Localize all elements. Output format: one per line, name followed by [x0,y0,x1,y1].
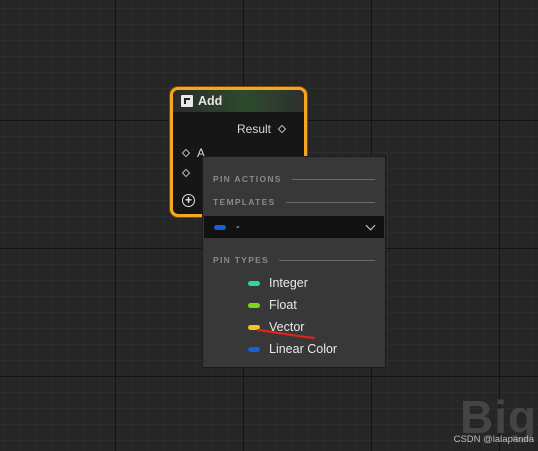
section-pin-actions: PIN ACTIONS [213,174,375,184]
divider [291,178,375,180]
result-pin-icon[interactable] [277,124,287,134]
result-pin-label: Result [237,122,272,136]
linear-color-pill-icon [248,346,260,352]
template-value: - [236,221,240,233]
function-icon [181,95,193,107]
pin-type-linear-color[interactable]: Linear Color [248,342,337,356]
node-title: Add [198,94,223,108]
section-pin-types: PIN TYPES [213,255,375,265]
input-pin-b-row[interactable] [181,168,197,178]
pin-type-label: Linear Color [269,342,338,356]
section-pin-types-label: PIN TYPES [213,255,270,265]
input-pin-a-icon[interactable] [181,148,191,158]
section-templates-label: TEMPLATES [213,197,276,207]
divider [279,259,375,261]
pin-type-label: Integer [269,276,308,290]
integer-color-pill-icon [248,280,260,286]
red-underline-annotation [256,328,316,340]
input-pin-b-icon[interactable] [181,168,191,178]
section-pin-actions-label: PIN ACTIONS [213,174,282,184]
template-color-pill-icon [214,224,226,230]
result-pin-row[interactable]: Result [237,122,287,136]
float-color-pill-icon [248,302,260,308]
node-header[interactable]: Add [173,90,304,112]
chevron-down-icon[interactable] [365,220,376,231]
pin-type-label: Float [269,298,297,312]
divider [285,201,375,203]
pin-type-integer[interactable]: Integer [248,276,308,290]
watermark-text: CSDN @lalapanda [453,434,534,445]
add-pin-plus-icon[interactable]: + [182,194,195,207]
section-templates: TEMPLATES [213,197,375,207]
pin-type-float[interactable]: Float [248,298,297,312]
template-dropdown[interactable]: - [204,216,384,238]
